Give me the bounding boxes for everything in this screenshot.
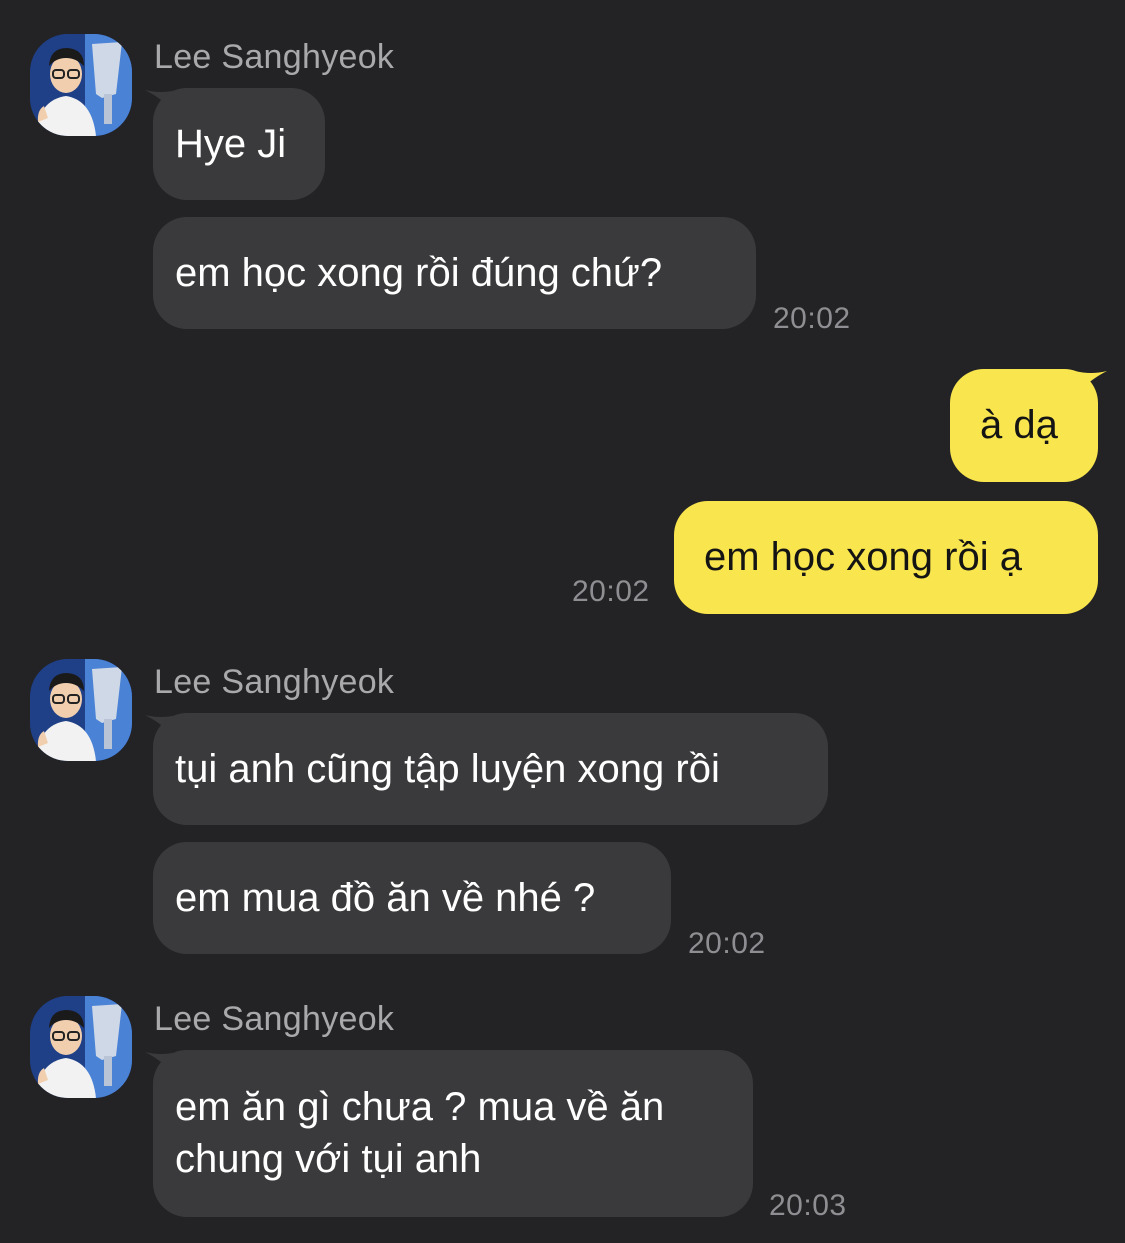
outgoing-message[interactable]: à dạ <box>950 369 1098 482</box>
sender-name: Lee Sanghyeok <box>154 1000 395 1038</box>
sender-name: Lee Sanghyeok <box>154 38 395 76</box>
message-timestamp: 20:03 <box>769 1189 847 1222</box>
sender-avatar[interactable] <box>30 996 132 1098</box>
message-timestamp: 20:02 <box>572 575 650 608</box>
sender-name: Lee Sanghyeok <box>154 663 395 701</box>
incoming-message[interactable]: em học xong rồi đúng chứ? <box>153 217 756 329</box>
incoming-message[interactable]: Hye Ji <box>153 88 325 200</box>
incoming-message[interactable]: em mua đồ ăn về nhé ? <box>153 842 671 954</box>
outgoing-message[interactable]: em học xong rồi ạ <box>674 501 1098 614</box>
message-timestamp: 20:02 <box>688 927 766 960</box>
sender-avatar[interactable] <box>30 659 132 761</box>
sender-avatar[interactable] <box>30 34 132 136</box>
incoming-message[interactable]: em ăn gì chưa ? mua về ăn chung với tụi … <box>153 1050 753 1217</box>
message-timestamp: 20:02 <box>773 302 851 335</box>
incoming-message[interactable]: tụi anh cũng tập luyện xong rồi <box>153 713 828 825</box>
